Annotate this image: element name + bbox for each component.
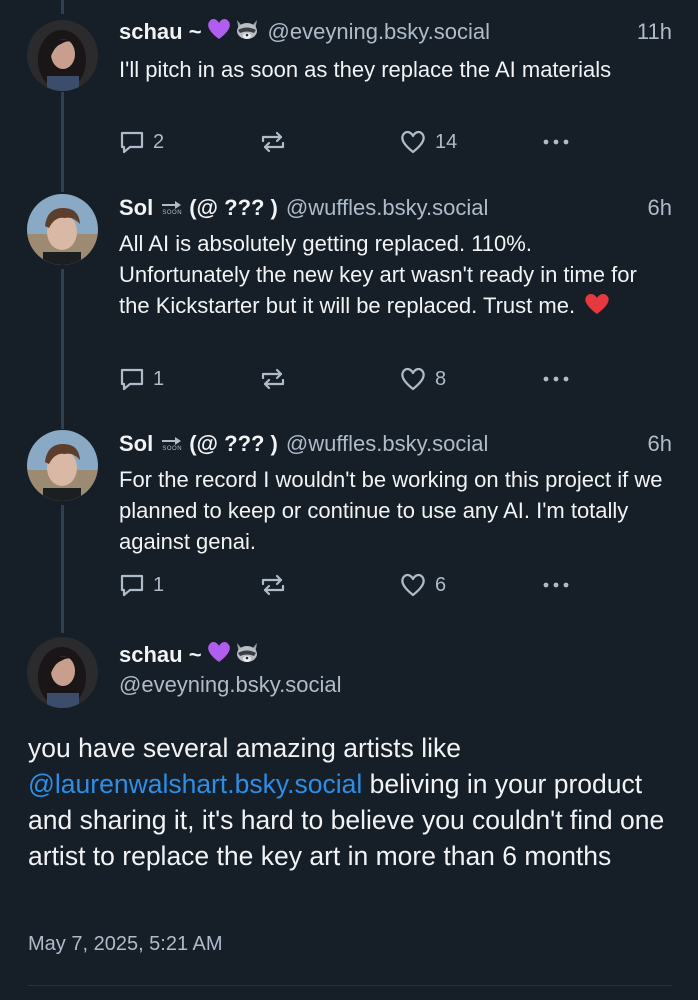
reply-count: 1 <box>153 573 165 596</box>
author-handle[interactable]: @eveyning.bsky.social <box>268 19 490 45</box>
thread-line <box>61 269 64 429</box>
post-actions: 2 14 <box>119 127 579 157</box>
thread-line <box>61 92 64 192</box>
reply-button[interactable]: 1 <box>119 364 164 394</box>
mention-link[interactable]: @laurenwalshart.bsky.social <box>28 769 362 799</box>
soon-arrow-icon: SOON <box>161 436 183 452</box>
display-name[interactable]: Sol <box>119 431 153 457</box>
reply-icon <box>120 368 144 391</box>
like-icon <box>401 130 425 154</box>
post-text: I'll pitch in as soon as they replace th… <box>119 57 612 82</box>
post-header: Sol SOON (@ ??? ) @wuffles.bsky.social 6… <box>119 192 672 224</box>
like-button[interactable]: 8 <box>399 364 446 394</box>
like-count: 6 <box>435 573 447 596</box>
post-actions: 1 8 <box>119 364 579 394</box>
main-post-text-part: you have several amazing artists like <box>28 733 462 763</box>
post-time[interactable]: 6h <box>648 195 672 221</box>
post-time[interactable]: 11h <box>637 19 672 45</box>
post-time[interactable]: 6h <box>648 431 672 457</box>
more-icon <box>543 139 569 145</box>
reply-button[interactable]: 1 <box>119 570 164 600</box>
reply-count: 1 <box>153 367 165 390</box>
post-text-container: All AI is absolutely getting replaced. 1… <box>119 228 668 324</box>
repost-button[interactable] <box>259 364 295 394</box>
more-options-button[interactable] <box>541 570 571 600</box>
avatar-sol[interactable] <box>27 430 98 501</box>
thread-line <box>61 0 64 14</box>
reply-count: 2 <box>153 130 165 153</box>
more-icon <box>543 582 569 588</box>
like-icon <box>401 573 425 597</box>
like-icon <box>401 367 425 391</box>
like-count: 8 <box>435 367 447 390</box>
post-text: For the record I wouldn't be working on … <box>119 467 663 554</box>
post-timestamp: May 7, 2025, 5:21 AM <box>28 933 223 955</box>
author-handle[interactable]: @eveyning.bsky.social <box>119 672 341 698</box>
soon-label: SOON <box>162 210 183 216</box>
divider <box>28 985 672 986</box>
like-button[interactable]: 6 <box>399 570 446 600</box>
avatar-schau[interactable] <box>27 637 98 708</box>
purple-heart-icon <box>206 640 232 670</box>
avatar-schau[interactable] <box>27 20 98 91</box>
display-name-suffix[interactable]: (@ ??? ) <box>189 431 278 457</box>
reply-button[interactable]: 2 <box>119 127 164 157</box>
repost-icon <box>261 574 285 596</box>
like-button[interactable]: 14 <box>399 127 457 157</box>
avatar-sol[interactable] <box>27 194 98 265</box>
display-name[interactable]: Sol <box>119 195 153 221</box>
soon-arrow-icon: SOON <box>161 200 183 216</box>
more-icon <box>543 376 569 382</box>
post-actions: 1 6 <box>119 570 579 600</box>
main-post-author: schau ~ <box>119 639 260 671</box>
soon-label: SOON <box>162 446 183 452</box>
display-name[interactable]: schau ~ <box>119 19 202 45</box>
raccoon-icon <box>234 640 260 670</box>
like-count: 14 <box>435 130 458 153</box>
thread-line <box>61 505 64 633</box>
main-post-text: you have several amazing artists like @l… <box>28 730 672 874</box>
more-options-button[interactable] <box>541 127 571 157</box>
reply-icon <box>120 574 144 597</box>
repost-icon <box>261 368 285 390</box>
author-handle[interactable]: @wuffles.bsky.social <box>286 195 488 221</box>
purple-heart-icon <box>206 17 232 47</box>
author-handle[interactable]: @wuffles.bsky.social <box>286 431 488 457</box>
display-name-suffix[interactable]: (@ ??? ) <box>189 195 278 221</box>
post-header: schau ~ @eveyning.bsky.social 11h <box>119 16 672 48</box>
repost-icon <box>261 131 285 153</box>
raccoon-icon <box>234 17 260 47</box>
more-options-button[interactable] <box>541 364 571 394</box>
post-header: Sol SOON (@ ??? ) @wuffles.bsky.social 6… <box>119 428 672 460</box>
red-heart-icon <box>583 292 611 324</box>
repost-button[interactable] <box>259 127 295 157</box>
repost-button[interactable] <box>259 570 295 600</box>
reply-icon <box>120 131 144 154</box>
display-name[interactable]: schau ~ <box>119 642 202 668</box>
post-text: All AI is absolutely getting replaced. 1… <box>119 231 637 318</box>
